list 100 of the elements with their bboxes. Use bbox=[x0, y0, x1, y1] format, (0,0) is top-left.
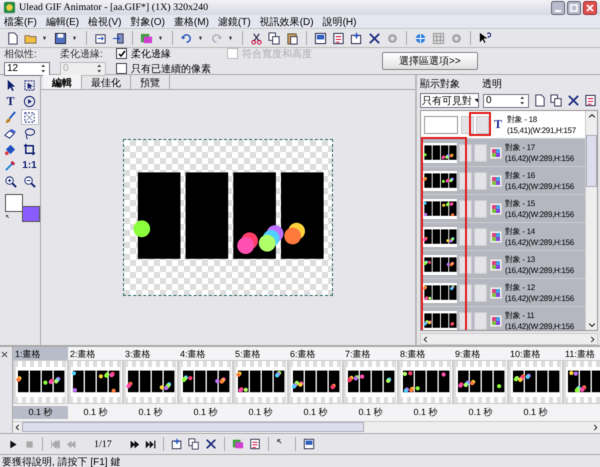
properties-icon[interactable] bbox=[332, 32, 345, 44]
arrow-right-icon[interactable] bbox=[591, 422, 600, 432]
tool-button[interactable]: T bbox=[2, 94, 18, 108]
toggle-box[interactable] bbox=[474, 256, 487, 274]
transparency-spinner[interactable]: 0 bbox=[483, 94, 529, 108]
gear-icon[interactable] bbox=[450, 32, 463, 44]
arrow-left-icon[interactable] bbox=[13, 422, 22, 432]
menu-item[interactable]: 畫格(M) bbox=[174, 14, 209, 28]
delete-icon[interactable] bbox=[368, 32, 381, 44]
delete-icon[interactable] bbox=[204, 438, 217, 450]
new-file-icon[interactable] bbox=[533, 94, 546, 107]
vertical-scrollbar[interactable] bbox=[585, 111, 597, 330]
close-icon[interactable] bbox=[583, 0, 597, 14]
scrollbar-thumb[interactable] bbox=[586, 134, 597, 186]
horizontal-scrollbar[interactable] bbox=[420, 333, 598, 345]
frame-select-tool[interactable] bbox=[22, 78, 38, 92]
play-tool[interactable] bbox=[22, 94, 38, 108]
object-row[interactable]: 對象 - 15 (16,42)(W:289,H:156 bbox=[421, 195, 585, 223]
marquee-tool[interactable] bbox=[22, 110, 38, 124]
tab[interactable]: 最佳化 bbox=[82, 75, 131, 89]
checkbox[interactable]: 柔化邊緣 bbox=[116, 46, 211, 60]
help-pointer-icon[interactable] bbox=[478, 32, 491, 44]
toggle-box[interactable] bbox=[474, 172, 487, 190]
horizontal-scrollbar[interactable] bbox=[13, 421, 600, 432]
copy-icon[interactable] bbox=[188, 438, 200, 450]
crop-icon bbox=[23, 142, 36, 156]
properties-icon[interactable] bbox=[584, 94, 597, 107]
frame-icon[interactable] bbox=[314, 32, 327, 44]
scissors-icon[interactable] bbox=[250, 32, 263, 44]
object-name: 對象 - 13 bbox=[505, 254, 536, 264]
field-label: 顯示對象 bbox=[420, 78, 460, 91]
add-image-icon[interactable] bbox=[350, 32, 363, 44]
zoom-in-icon bbox=[4, 174, 17, 188]
object-info: (16,42)(W:289,H:156 bbox=[505, 292, 574, 304]
last-frame-icon[interactable] bbox=[144, 438, 156, 450]
add-image-icon[interactable] bbox=[170, 438, 183, 450]
minimize-icon[interactable] bbox=[551, 0, 565, 14]
menu-item[interactable]: 檢視(V) bbox=[88, 14, 122, 28]
menu-item[interactable]: 說明(H) bbox=[322, 14, 356, 28]
text-kind-mark: T bbox=[492, 117, 503, 132]
copy-icon[interactable] bbox=[268, 32, 281, 44]
background-color-swatch[interactable] bbox=[22, 206, 40, 222]
frame-label: 5:畫格 bbox=[234, 348, 262, 360]
toggle-box[interactable] bbox=[474, 284, 487, 302]
toggle-box[interactable] bbox=[474, 228, 487, 246]
marquee-icon bbox=[23, 110, 36, 124]
arrow-left-icon[interactable] bbox=[421, 334, 430, 344]
paint-icon[interactable] bbox=[232, 438, 244, 450]
menu-item[interactable]: 編輯(E) bbox=[46, 14, 80, 28]
toggle-box[interactable] bbox=[474, 144, 487, 162]
play-icon bbox=[23, 94, 36, 108]
toggle-box[interactable] bbox=[476, 116, 489, 134]
frame-icon[interactable] bbox=[302, 438, 315, 450]
object-row[interactable]: 對象 - 14 (16,42)(W:289,H:156 bbox=[421, 223, 585, 251]
delete-icon[interactable] bbox=[567, 94, 580, 107]
scrollbar-thumb[interactable] bbox=[22, 422, 364, 432]
image-kind-icon bbox=[489, 230, 503, 244]
zoom-out-icon bbox=[23, 174, 36, 188]
next-frame-icon[interactable] bbox=[128, 438, 140, 450]
toggle-box[interactable] bbox=[474, 312, 487, 330]
object-row[interactable]: 對象 - 16 (16,42)(W:289,H:156 bbox=[421, 167, 585, 195]
export-icon[interactable] bbox=[112, 32, 125, 44]
import-icon[interactable] bbox=[94, 32, 107, 44]
tool-button[interactable]: 1:1 bbox=[22, 158, 38, 172]
arrow-right-icon[interactable] bbox=[588, 334, 597, 344]
small-close-icon[interactable] bbox=[0, 350, 9, 359]
foreground-color-swatch[interactable] bbox=[5, 194, 23, 212]
globe-icon[interactable] bbox=[414, 32, 427, 44]
tab[interactable]: 編輯 bbox=[43, 75, 82, 89]
tab[interactable]: 預覽 bbox=[131, 75, 170, 89]
crop-tool[interactable] bbox=[22, 142, 38, 156]
object-row[interactable]: 對象 - 11 (16,42)(W:289,H:156 bbox=[421, 307, 585, 330]
frame-label: 3:畫格 bbox=[124, 348, 152, 360]
menu-item[interactable]: 濾鏡(T) bbox=[218, 14, 251, 28]
copy-icon[interactable] bbox=[550, 94, 563, 107]
frame-label: 7:畫格 bbox=[344, 348, 372, 360]
display-dropdown[interactable]: 只有可見對 bbox=[420, 93, 479, 108]
menu-item[interactable]: 對象(O) bbox=[130, 14, 165, 28]
properties-icon[interactable] bbox=[248, 438, 261, 450]
paint-icon[interactable] bbox=[140, 32, 153, 44]
paste-icon[interactable] bbox=[286, 32, 299, 44]
object-row[interactable]: 對象 - 12 (16,42)(W:289,H:156 bbox=[421, 279, 585, 307]
checkbox[interactable]: 只有已連續的像素 bbox=[116, 62, 211, 76]
similarity-spinner[interactable]: 12 bbox=[4, 62, 50, 76]
menu-item[interactable]: 檔案(F) bbox=[4, 14, 37, 28]
gear-icon[interactable] bbox=[386, 32, 399, 44]
play-triangle-icon[interactable] bbox=[8, 438, 19, 450]
zoom-out-tool[interactable] bbox=[22, 174, 38, 188]
object-row[interactable]: 對象 - 17 (16,42)(W:289,H:156 bbox=[421, 139, 585, 167]
new-file-icon[interactable] bbox=[6, 32, 19, 44]
image-canvas[interactable] bbox=[123, 139, 333, 296]
toggle-box[interactable] bbox=[474, 200, 487, 218]
object-row[interactable]: 對象 - 13 (16,42)(W:289,H:156 bbox=[421, 251, 585, 279]
zoom-in-tool[interactable] bbox=[2, 174, 18, 188]
eraser-tool[interactable] bbox=[2, 126, 18, 140]
menu-item[interactable]: 視訊效果(D) bbox=[260, 14, 314, 28]
undo-icon[interactable] bbox=[180, 32, 193, 44]
selection-options-button[interactable]: 選擇區選項>> bbox=[382, 52, 478, 70]
maximize-icon[interactable] bbox=[567, 0, 581, 14]
object-name: 對象 - 11 bbox=[505, 310, 536, 320]
